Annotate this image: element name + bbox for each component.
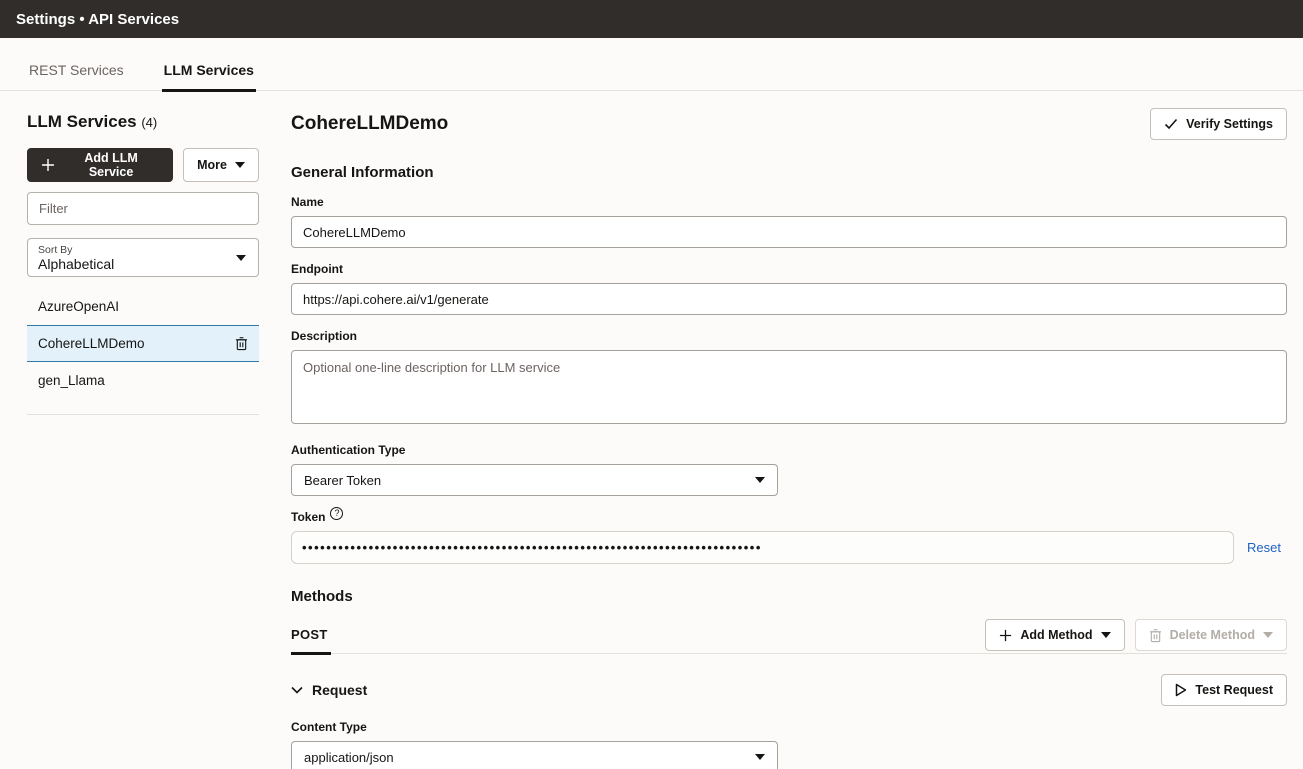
name-field[interactable]	[291, 216, 1287, 248]
authentication-type-label: Authentication Type	[291, 443, 1287, 457]
reset-link[interactable]: Reset	[1247, 540, 1287, 555]
chevron-down-icon	[1263, 632, 1273, 638]
description-field[interactable]	[291, 350, 1287, 424]
page-content: LLM Services (4) Add LLM Service More So…	[0, 91, 1303, 769]
verify-settings-button[interactable]: Verify Settings	[1150, 108, 1287, 140]
llm-service-list: AzureOpenAI CohereLLMDemo gen_Llama	[27, 288, 259, 415]
description-label: Description	[291, 329, 1287, 343]
chevron-down-icon	[1101, 632, 1111, 638]
add-llm-service-button[interactable]: Add LLM Service	[27, 148, 173, 182]
play-icon	[1175, 683, 1187, 697]
list-item-coherellmdemo[interactable]: CohereLLMDemo	[27, 325, 259, 362]
name-label: Name	[291, 195, 1287, 209]
token-field[interactable]: ••••••••••••••••••••••••••••••••••••••••…	[291, 531, 1234, 564]
plus-icon	[41, 158, 55, 172]
general-information-heading: General Information	[291, 164, 1287, 181]
checkmark-icon	[1164, 118, 1178, 130]
authentication-type-select[interactable]: Bearer Token	[291, 464, 778, 496]
top-header-bar: Settings • API Services	[0, 0, 1303, 38]
chevron-down-icon	[236, 255, 246, 261]
request-section-toggle[interactable]: Request	[291, 682, 367, 698]
list-item-azureopenai[interactable]: AzureOpenAI	[27, 288, 259, 325]
list-item-gen-llama[interactable]: gen_Llama	[27, 362, 259, 399]
page-title: CohereLLMDemo	[291, 113, 448, 135]
sort-by-label: Sort By	[38, 244, 114, 256]
tab-llm-services[interactable]: LLM Services	[162, 58, 256, 92]
service-count: (4)	[141, 115, 157, 130]
add-method-button[interactable]: Add Method	[985, 619, 1124, 651]
test-request-button[interactable]: Test Request	[1161, 674, 1287, 706]
plus-icon	[999, 629, 1012, 642]
content-type-label: Content Type	[291, 720, 1287, 734]
breadcrumb: Settings • API Services	[16, 11, 179, 28]
more-button[interactable]: More	[183, 148, 259, 182]
filter-input[interactable]	[27, 192, 259, 225]
endpoint-label: Endpoint	[291, 262, 1287, 276]
endpoint-field[interactable]	[291, 283, 1287, 315]
llm-services-sidebar: LLM Services (4) Add LLM Service More So…	[27, 91, 259, 769]
sort-by-value: Alphabetical	[38, 256, 114, 272]
tab-post-method[interactable]: POST	[291, 619, 331, 655]
token-label: Token ?	[291, 510, 1287, 524]
methods-heading: Methods	[291, 588, 1287, 605]
sidebar-title: LLM Services (4)	[27, 112, 259, 132]
content-type-select[interactable]: application/json	[291, 741, 778, 769]
chevron-down-icon	[291, 686, 303, 694]
help-icon[interactable]: ?	[330, 507, 343, 520]
chevron-down-icon	[755, 477, 765, 483]
tab-rest-services[interactable]: REST Services	[27, 58, 126, 90]
service-detail-panel: CohereLLMDemo Verify Settings General In…	[291, 91, 1287, 769]
tab-bar: REST Services LLM Services	[0, 58, 1303, 91]
sort-by-select[interactable]: Sort By Alphabetical	[27, 238, 259, 277]
trash-icon[interactable]	[235, 336, 248, 351]
list-divider	[27, 414, 259, 415]
chevron-down-icon	[755, 754, 765, 760]
methods-tab-bar: POST Add Method	[291, 619, 1287, 654]
chevron-down-icon	[235, 162, 245, 168]
delete-method-button[interactable]: Delete Method	[1135, 619, 1287, 651]
trash-icon	[1149, 628, 1162, 643]
